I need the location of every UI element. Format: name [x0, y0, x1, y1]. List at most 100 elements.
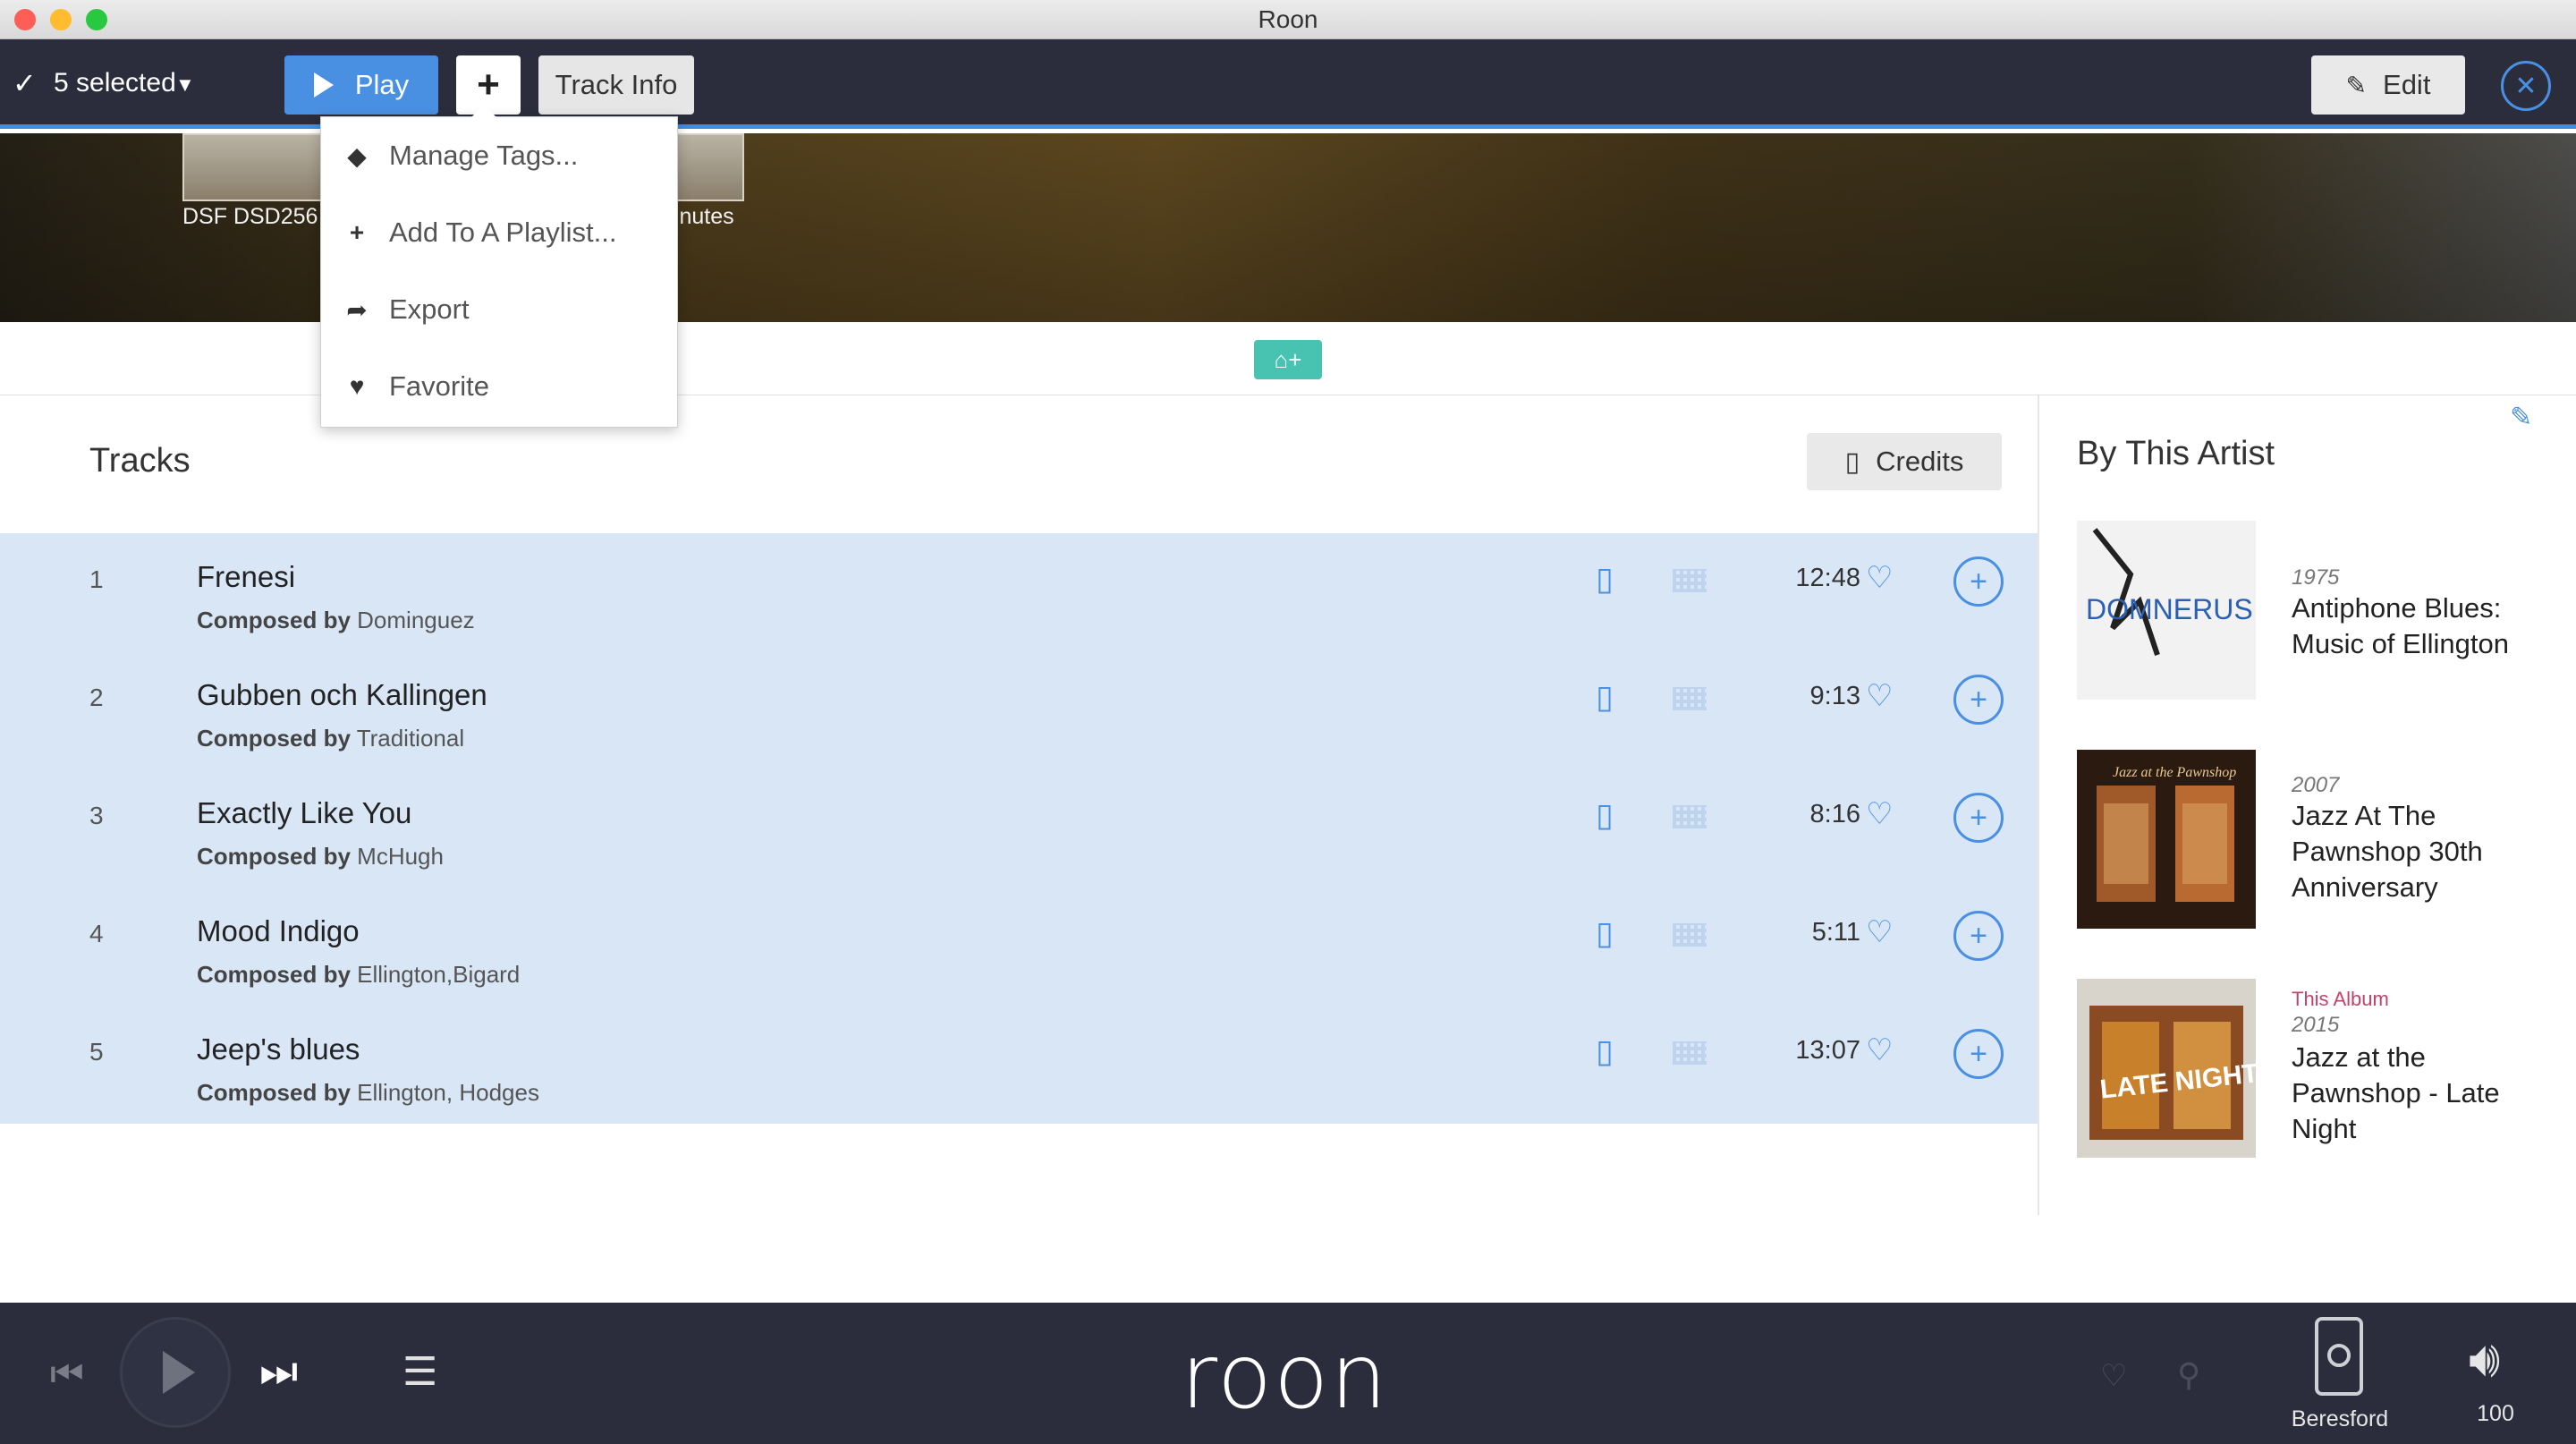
track-list: 1 Frenesi Composed by Dominguez ▯ 12:48 …: [0, 533, 2038, 1124]
selection-count[interactable]: 5 selected: [54, 68, 176, 98]
roon-logo: roon: [1181, 1324, 1389, 1429]
add-track-button[interactable]: +: [1953, 556, 2004, 607]
selection-toolbar: ✓ 5 selected ▼ Play + Track Info ✎ Edit …: [0, 39, 2576, 129]
heart-icon[interactable]: ♡: [1866, 914, 1893, 950]
share-icon: ➦: [346, 295, 368, 324]
track-number: 2: [89, 684, 104, 711]
album-cover[interactable]: DOMNERUS ANTIPHONE BLUES: [2077, 521, 2528, 700]
credits-icon[interactable]: ▯: [1596, 678, 1614, 716]
tag-icon: ⌂: [1274, 345, 1289, 373]
track-composer: Composed by Ellington, Hodges: [197, 1079, 539, 1106]
heart-icon[interactable]: ♡: [1866, 1032, 1893, 1068]
heart-icon[interactable]: ♡: [1866, 560, 1893, 596]
book-icon: ▯: [1844, 446, 1860, 477]
checkmark-icon[interactable]: ✓: [13, 66, 37, 100]
album-cover[interactable]: LATE NIGHT: [2077, 979, 2260, 1158]
window-title: Roon: [1258, 5, 1318, 33]
waveform-icon: [1673, 1041, 1707, 1065]
track-duration: 5:11: [1811, 918, 1860, 947]
caret-down-icon[interactable]: ▼: [175, 73, 195, 97]
track-row[interactable]: 2 Gubben och Kallingen Composed by Tradi…: [0, 651, 2038, 769]
queue-icon[interactable]: ☰: [402, 1349, 437, 1395]
album-year: 1975: [2292, 565, 2340, 590]
album-card[interactable]: LATE NIGHT This Album 2015 Jazz at the P…: [2077, 979, 2542, 1158]
menu-item-manage-tags[interactable]: ◆ Manage Tags...: [321, 117, 679, 194]
album-title[interactable]: Jazz at the Pawnshop - Late Night: [2292, 1040, 2560, 1147]
track-number: 3: [89, 802, 104, 829]
speaker-icon[interactable]: [2315, 1317, 2363, 1396]
play-button[interactable]: Play: [284, 55, 438, 115]
waveform-icon: [1673, 687, 1707, 710]
plus-icon: +: [1288, 345, 1302, 373]
roon-window: Roon ✓ 5 selected ▼ Play + Track Info ✎ …: [0, 0, 2576, 1444]
menu-item-add-to-playlist[interactable]: + Add To A Playlist...: [321, 194, 679, 271]
track-row[interactable]: 4 Mood Indigo Composed by Ellington,Biga…: [0, 888, 2038, 1006]
cover-text: DOMNERUS ANTIPHONE BLUES: [2086, 593, 2256, 625]
credits-icon[interactable]: ▯: [1596, 1032, 1614, 1070]
track-number: 4: [89, 920, 104, 947]
volume-icon[interactable]: 🔊︎: [2469, 1329, 2500, 1389]
add-track-button[interactable]: +: [1953, 1029, 2004, 1079]
credits-icon[interactable]: ▯: [1596, 914, 1614, 952]
play-pause-button[interactable]: [120, 1317, 231, 1428]
track-title[interactable]: Frenesi: [197, 560, 295, 594]
by-this-artist-heading: By This Artist: [2077, 435, 2275, 472]
credits-button[interactable]: ▯ Credits: [1807, 433, 2002, 490]
track-number: 1: [89, 565, 104, 593]
add-track-button[interactable]: +: [1953, 911, 2004, 961]
track-info-button[interactable]: Track Info: [538, 55, 694, 115]
album-title[interactable]: Jazz At The Pawnshop 30th Anniversary: [2292, 798, 2560, 905]
track-row[interactable]: 3 Exactly Like You Composed by McHugh ▯ …: [0, 769, 2038, 888]
close-icon: ✕: [2514, 71, 2538, 101]
album-card[interactable]: Jazz at the Pawnshop 2007 Jazz At The Pa…: [2077, 750, 2542, 929]
add-tag-button[interactable]: ⌂ +: [1254, 340, 1322, 379]
tracks-heading: Tracks: [89, 442, 191, 480]
by-this-artist-panel: By This Artist DOMNERUS ANTIPHONE BLUES …: [2038, 395, 2576, 1215]
track-duration: 9:13: [1809, 682, 1860, 710]
edit-label: Edit: [2383, 69, 2431, 100]
waveform-icon: [1673, 569, 1707, 592]
waveform-icon: [1673, 923, 1707, 947]
add-menu-dropdown: ◆ Manage Tags... + Add To A Playlist... …: [320, 105, 679, 428]
track-row[interactable]: 5 Jeep's blues Composed by Ellington, Ho…: [0, 1006, 2038, 1124]
close-selection-button[interactable]: ✕: [2501, 61, 2551, 111]
add-track-button[interactable]: +: [1953, 793, 2004, 843]
track-title[interactable]: Mood Indigo: [197, 914, 360, 948]
track-number: 5: [89, 1038, 104, 1066]
menu-item-export[interactable]: ➦ Export: [321, 271, 679, 348]
album-year: 2007: [2292, 773, 2340, 797]
track-row[interactable]: 1 Frenesi Composed by Dominguez ▯ 12:48 …: [0, 533, 2038, 651]
next-track-icon[interactable]: ⏭: [259, 1347, 298, 1397]
track-title[interactable]: Jeep's blues: [197, 1032, 360, 1066]
this-album-badge: This Album: [2292, 988, 2389, 1010]
zone-name[interactable]: Beresford: [2277, 1406, 2402, 1432]
add-track-button[interactable]: +: [1953, 675, 2004, 725]
cover-text: Jazz at the Pawnshop: [2113, 765, 2236, 780]
album-title[interactable]: Antiphone Blues: Music of Ellington: [2292, 590, 2560, 662]
pencil-icon: ✎: [2345, 71, 2368, 99]
credits-icon[interactable]: ▯: [1596, 796, 1614, 834]
title-bar: Roon: [0, 0, 2576, 39]
volume-level[interactable]: 100: [2460, 1401, 2531, 1427]
track-composer: Composed by Dominguez: [197, 607, 475, 633]
waveform-icon: [1673, 805, 1707, 828]
menu-item-favorite[interactable]: ♥ Favorite: [321, 348, 679, 425]
previous-track-icon[interactable]: ⏮: [50, 1353, 84, 1397]
album-cover[interactable]: Jazz at the Pawnshop: [2077, 750, 2256, 929]
play-icon: [313, 72, 334, 98]
edit-button[interactable]: ✎ Edit: [2311, 55, 2465, 115]
track-title[interactable]: Exactly Like You: [197, 796, 411, 830]
track-title[interactable]: Gubben och Kallingen: [197, 678, 487, 712]
tag-icon: ◆: [347, 141, 367, 170]
track-duration: 12:48: [1795, 564, 1860, 592]
track-duration: 13:07: [1795, 1036, 1860, 1065]
player-bar: ⏮ ⏭ ☰ roon ♡ ⚲ Beresford 🔊︎ 100: [0, 1303, 2576, 1444]
heart-icon[interactable]: ♡: [1866, 796, 1893, 832]
album-card[interactable]: DOMNERUS ANTIPHONE BLUES 1975 Antiphone …: [2077, 521, 2542, 700]
format-info: DSF DSD256 2: [182, 204, 337, 229]
heart-icon[interactable]: ♡: [2100, 1358, 2127, 1394]
heart-icon[interactable]: ♡: [1866, 678, 1893, 714]
credits-icon[interactable]: ▯: [1596, 560, 1614, 598]
credits-label: Credits: [1876, 446, 1964, 477]
pin-icon[interactable]: ⚲: [2177, 1356, 2200, 1394]
